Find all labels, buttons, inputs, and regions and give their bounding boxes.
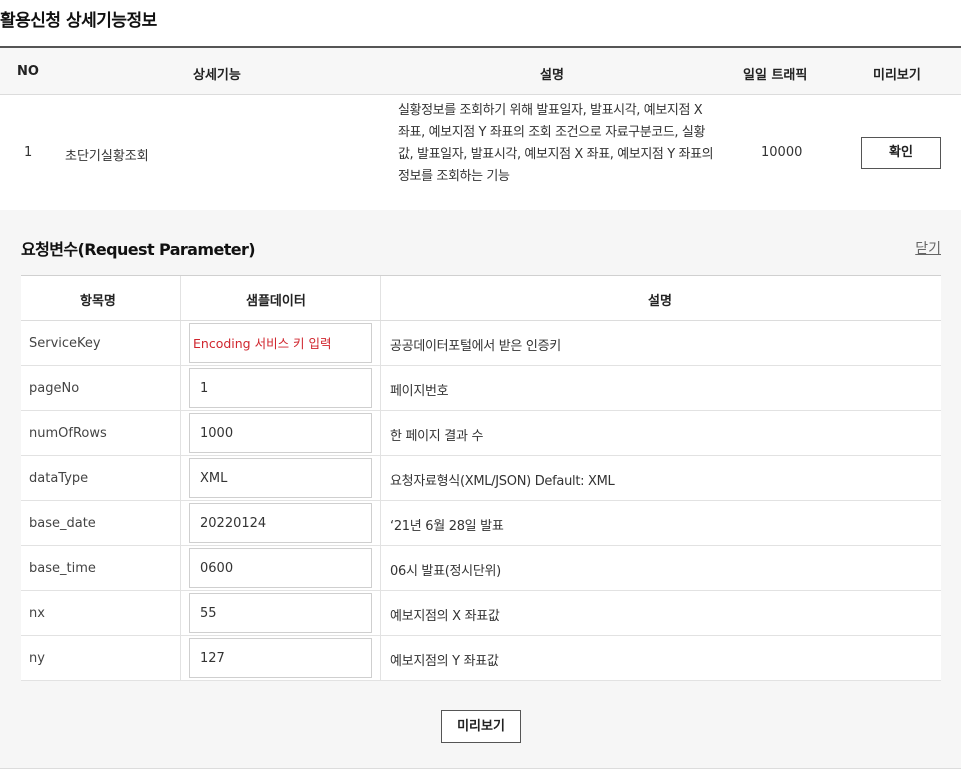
feature-table-header: NO 상세기능 설명 일일 트래픽 미리보기 [0,48,961,95]
header-preview: 미리보기 [873,68,921,83]
row-traffic: 10000 [761,145,803,160]
header-description: 설명 [540,68,564,83]
row-no: 1 [24,145,33,160]
param-name: base_date [29,516,96,531]
param-name: base_time [29,561,96,576]
request-parameter-panel: 요청변수(Request Parameter) 닫기 항목명 샘플데이터 설명 … [0,210,961,769]
table-row: base_date ‘21년 6월 28일 발표 [21,501,941,546]
page-title: 활용신청 상세기능정보 [0,11,157,31]
param-description: ‘21년 6월 28일 발표 [390,519,504,534]
param-name: pageNo [29,381,80,396]
table-row: ny 예보지점의 Y 좌표값 [21,636,941,681]
table-row: ServiceKey 공공데이터포털에서 받은 인증키 [21,321,941,366]
table-row: base_time 06시 발표(정시단위) [21,546,941,591]
header-sample-data: 샘플데이터 [246,294,306,309]
param-description: 06시 발표(정시단위) [390,564,501,579]
param-description: 요청자료형식(XML/JSON) Default: XML [390,474,615,489]
row-feature-name: 초단기실황조회 [65,149,149,164]
param-description: 예보지점의 Y 좌표값 [390,654,499,669]
param-description: 예보지점의 X 좌표값 [390,609,500,624]
table-row: dataType 요청자료형식(XML/JSON) Default: XML [21,456,941,501]
row-description: 실황정보를 조회하기 위해 발표일자, 발표시각, 예보지점 X 좌표, 예보지… [398,103,714,184]
data-type-input[interactable] [189,458,372,498]
param-name: nx [29,606,45,621]
param-name: ny [29,651,45,666]
table-row: nx 예보지점의 X 좌표값 [21,591,941,636]
preview-button[interactable]: 미리보기 [441,710,521,743]
param-name: ServiceKey [29,336,101,351]
param-table: 항목명 샘플데이터 설명 ServiceKey 공공데이터포털에서 받은 인증키… [21,275,941,681]
header-param-description: 설명 [648,294,672,309]
close-link[interactable]: 닫기 [915,238,941,258]
base-time-input[interactable] [189,548,372,588]
feature-table: NO 상세기능 설명 일일 트래픽 미리보기 1 초단기실황조회 실황정보를 조… [0,46,961,211]
table-row: numOfRows 한 페이지 결과 수 [21,411,941,456]
header-param-name: 항목명 [80,294,116,309]
param-name: numOfRows [29,426,107,441]
param-description: 페이지번호 [390,384,449,399]
panel-title: 요청변수(Request Parameter) [21,240,256,259]
param-name: dataType [29,471,89,486]
param-description: 공공데이터포털에서 받은 인증키 [390,339,561,354]
num-of-rows-input[interactable] [189,413,372,453]
header-traffic: 일일 트래픽 [743,68,808,83]
base-date-input[interactable] [189,503,372,543]
confirm-button[interactable]: 확인 [861,137,941,169]
page-no-input[interactable] [189,368,372,408]
service-key-input[interactable] [189,323,372,363]
header-no: NO [17,64,39,79]
nx-input[interactable] [189,593,372,633]
header-feature: 상세기능 [193,68,241,83]
table-row: pageNo 페이지번호 [21,366,941,411]
param-description: 한 페이지 결과 수 [390,429,484,444]
table-row: 1 초단기실황조회 실황정보를 조회하기 위해 발표일자, 발표시각, 예보지점… [0,95,961,211]
ny-input[interactable] [189,638,372,678]
param-table-header: 항목명 샘플데이터 설명 [21,276,941,321]
